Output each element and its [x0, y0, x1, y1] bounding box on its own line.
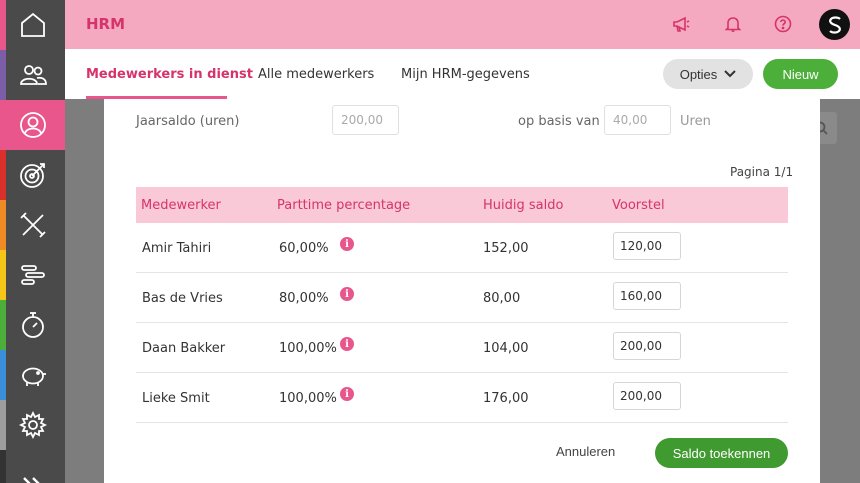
table-header: Medewerker Parttime percentage Huidig sa… [136, 187, 788, 223]
stopwatch-icon [21, 312, 44, 338]
row-saldo: 104,00 [483, 341, 529, 356]
help-icon[interactable] [771, 12, 795, 36]
row-percentage: 60,00% [279, 241, 329, 256]
row-percentage: 80,00% [279, 291, 329, 306]
unit-label: Uren [680, 114, 711, 129]
header-voorstel: Voorstel [612, 198, 665, 213]
table-row: Lieke Smit 100,00% i 176,00 200,00 [136, 373, 788, 423]
opties-button[interactable]: Opties [663, 59, 753, 89]
voorstel-input[interactable]: 200,00 [613, 332, 681, 360]
table-row: Bas de Vries 80,00% i 80,00 160,00 [136, 273, 788, 323]
sidebar-item-home[interactable] [0, 0, 65, 50]
tab-bar: Medewerkers in dienst Alle medewerkers M… [65, 49, 860, 99]
jaarsaldo-label: Jaarsaldo (uren) [136, 114, 240, 129]
bell-icon[interactable] [721, 12, 745, 36]
header-parttime: Parttime percentage [277, 198, 411, 213]
gear-icon [18, 410, 47, 440]
row-percentage: 100,00% [279, 391, 337, 406]
nieuw-button[interactable]: Nieuw [763, 59, 838, 89]
top-bar: HRM [65, 0, 860, 49]
sidebar-item-stopwatch[interactable] [0, 300, 65, 350]
sidebar-item-planning[interactable] [0, 250, 65, 300]
sidebar-item-expand[interactable] [0, 450, 65, 483]
app-title: HRM [86, 15, 126, 33]
tab-alle-medewerkers[interactable]: Alle medewerkers [258, 67, 374, 82]
voorstel-input[interactable]: 200,00 [613, 382, 681, 410]
saldo-toekennen-button[interactable]: Saldo toekennen [655, 438, 788, 468]
expand-icon [22, 477, 40, 483]
saldo-modal: Jaarsaldo (uren) 200,00 op basis van 40,… [104, 99, 820, 483]
row-name: Amir Tahiri [142, 241, 212, 256]
sidebar-item-users[interactable] [0, 50, 65, 100]
tab-medewerkers-in-dienst[interactable]: Medewerkers in dienst [86, 67, 253, 82]
voorstel-input[interactable]: 160,00 [613, 282, 681, 310]
row-saldo: 80,00 [483, 291, 521, 306]
chevron-down-icon [724, 70, 736, 78]
row-name: Lieke Smit [142, 391, 210, 406]
row-percentage: 100,00% [279, 341, 337, 356]
header-saldo: Huidig saldo [483, 198, 564, 213]
basis-label: op basis van [518, 114, 600, 129]
basis-input[interactable]: 40,00 [604, 105, 671, 135]
table-row: Daan Bakker 100,00% i 104,00 200,00 [136, 323, 788, 373]
sidebar [0, 0, 65, 483]
planning-icon [20, 265, 45, 285]
row-saldo: 152,00 [483, 241, 529, 256]
info-icon[interactable]: i [340, 237, 354, 251]
tools-icon [19, 212, 46, 238]
header-medewerker: Medewerker [141, 198, 221, 213]
voorstel-input[interactable]: 120,00 [613, 232, 681, 260]
users-icon [19, 65, 47, 85]
info-icon[interactable]: i [340, 287, 354, 301]
row-name: Daan Bakker [142, 341, 226, 356]
row-name: Bas de Vries [142, 291, 223, 306]
tab-mijn-hrm-gegevens[interactable]: Mijn HRM-gegevens [401, 67, 530, 82]
sidebar-item-settings[interactable] [0, 400, 65, 450]
sidebar-item-target[interactable] [0, 150, 65, 200]
sidebar-item-tools[interactable] [0, 200, 65, 250]
row-saldo: 176,00 [483, 391, 529, 406]
piggy-bank-icon [21, 367, 46, 386]
sidebar-item-user[interactable] [0, 100, 65, 150]
table-row: Amir Tahiri 60,00% i 152,00 120,00 [136, 223, 788, 273]
sidebar-item-savings[interactable] [0, 350, 65, 400]
pagination-label: Pagina 1/1 [730, 165, 794, 179]
user-icon [19, 112, 46, 138]
opties-label: Opties [679, 66, 718, 82]
announcement-icon[interactable] [669, 12, 693, 36]
jaarsaldo-input[interactable]: 200,00 [332, 105, 399, 135]
home-icon [20, 12, 45, 37]
info-icon[interactable]: i [340, 387, 354, 401]
brand-logo[interactable] [819, 9, 850, 40]
cancel-button[interactable]: Annuleren [556, 444, 615, 459]
info-icon[interactable]: i [340, 337, 354, 351]
target-icon [19, 163, 45, 188]
